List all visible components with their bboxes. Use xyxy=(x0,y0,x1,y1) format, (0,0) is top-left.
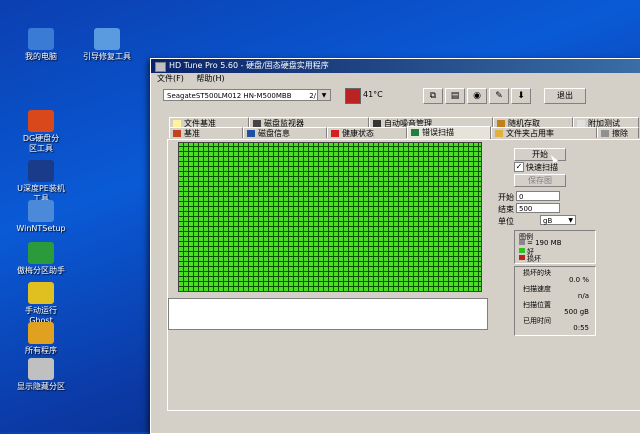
desktop-icon-label: 傲梅分区助手 xyxy=(17,266,65,275)
ghost-icon xyxy=(28,282,54,304)
drive-size: 2/ xyxy=(309,92,316,100)
scan-speed-label: 扫描速度 xyxy=(523,285,551,293)
block-swatch xyxy=(519,240,525,245)
desktop-icon-label: WinNTSetup xyxy=(16,224,66,233)
start-label: 开始 xyxy=(498,193,514,202)
scan-block-map xyxy=(178,142,482,292)
damaged-blocks-value: 0.0 % xyxy=(568,276,589,284)
unit-select[interactable]: gB ▼ xyxy=(540,215,576,225)
desktop-icon-label: 引导修复工具 xyxy=(83,52,131,61)
thermometer-icon xyxy=(345,88,361,104)
temperature-readout: 41°C xyxy=(363,90,383,99)
random-access-icon xyxy=(497,120,505,127)
desktop-icon-label: 显示隐藏分区 xyxy=(17,382,65,391)
legend-block-size: = 190 MB xyxy=(527,239,562,247)
benchmark-icon xyxy=(173,130,181,137)
desktop-icon[interactable]: 手动运行 Ghost xyxy=(2,282,80,326)
tabs-row-2: 基准 磁盘信息 健康状态 错误扫描 文件夹占用率 擦除 xyxy=(169,126,639,139)
drive-select[interactable]: SeagateST500LM012 HN-M500MBB 2/ ▼ xyxy=(163,89,331,101)
damaged-blocks-label: 损坏的块 xyxy=(523,269,551,277)
scan-position-value: 500 gB xyxy=(564,308,589,316)
tab-info[interactable]: 磁盘信息 xyxy=(243,127,327,138)
winntsetup-icon xyxy=(28,200,54,222)
tab-folder-usage[interactable]: 文件夹占用率 xyxy=(491,127,597,138)
drive-name: SeagateST500LM012 HN-M500MBB xyxy=(167,92,292,100)
end-label: 结束 xyxy=(498,205,514,214)
menubar: 文件(F) 帮助(H) xyxy=(151,73,640,85)
folder-icon xyxy=(495,130,503,137)
start-input[interactable]: 0 xyxy=(516,191,560,201)
copy-text-icon[interactable]: ▤ xyxy=(445,88,465,104)
window-title: HD Tune Pro 5.60 - 硬盘/固态硬盘实用程序 xyxy=(169,61,329,70)
folder-icon xyxy=(28,322,54,344)
copy-icon[interactable]: ⧉ xyxy=(423,88,443,104)
extra-tests-icon xyxy=(577,120,585,127)
file-icon xyxy=(173,120,181,127)
settings-icon[interactable]: ✎ xyxy=(489,88,509,104)
partition-assistant-icon xyxy=(28,242,54,264)
legend-bad: 损坏 xyxy=(527,255,541,263)
tab-error-scan[interactable]: 错误扫描 xyxy=(407,126,491,139)
end-input[interactable]: 500 xyxy=(516,203,560,213)
info-icon xyxy=(247,130,255,137)
menu-file[interactable]: 文件(F) xyxy=(157,74,184,83)
elapsed-label: 已用时间 xyxy=(523,317,551,325)
magnifier-icon xyxy=(411,129,419,136)
error-scan-panel: 开始 ✓ 快速扫描 保存图 开始 0 结束 500 单位 gB ▼ 图例 = 19… xyxy=(167,139,640,411)
good-swatch xyxy=(519,248,525,253)
tab-erase[interactable]: 擦除 xyxy=(597,127,639,138)
installer-icon xyxy=(28,160,54,182)
elapsed-value: 0:55 xyxy=(573,324,589,332)
desktop-icon[interactable]: WinNTSetup xyxy=(2,200,80,234)
scan-speed-value: n/a xyxy=(577,292,589,300)
unit-label: 单位 xyxy=(498,217,514,226)
quick-scan-label: 快速扫描 xyxy=(526,163,558,172)
chevron-down-icon: ▼ xyxy=(568,217,573,224)
camera-icon[interactable]: ◉ xyxy=(467,88,487,104)
repair-tool-icon xyxy=(94,28,120,50)
window-titlebar[interactable]: HD Tune Pro 5.60 - 硬盘/固态硬盘实用程序 xyxy=(151,59,640,73)
scan-log xyxy=(168,298,488,330)
desktop-icon[interactable]: U深度PE装机 工具 xyxy=(2,160,80,204)
quick-scan-checkbox[interactable]: ✓ xyxy=(514,162,524,172)
speaker-icon xyxy=(373,120,381,127)
health-icon xyxy=(331,130,339,137)
bad-swatch xyxy=(519,255,525,260)
scan-stats: 损坏的块 0.0 % 扫描速度 n/a 扫描位置 500 gB 已用时间 0:5… xyxy=(514,266,596,336)
exit-button[interactable]: 退出 xyxy=(544,88,586,104)
monitor-icon xyxy=(253,120,261,127)
toolbar: SeagateST500LM012 HN-M500MBB 2/ ▼ 41°C ⧉… xyxy=(151,85,640,107)
start-scan-button[interactable]: 开始 xyxy=(514,148,566,161)
legend: 图例 = 190 MB 好 损坏 xyxy=(514,230,596,264)
save-icon[interactable]: ⬇ xyxy=(511,88,531,104)
desktop-icon-label: DG硬盘分 区工具 xyxy=(22,134,60,153)
hidden-partition-icon xyxy=(28,358,54,380)
desktop-icon-label: 所有程序 xyxy=(25,346,57,355)
save-image-button[interactable]: 保存图 xyxy=(514,174,566,187)
desktop-icon[interactable]: 显示隐藏分区 xyxy=(2,358,80,392)
desktop-icon[interactable]: DG硬盘分 区工具 xyxy=(2,110,80,154)
app-icon xyxy=(155,62,166,72)
desktop-icon[interactable]: 所有程序 xyxy=(2,322,80,356)
hd-tune-window: HD Tune Pro 5.60 - 硬盘/固态硬盘实用程序 文件(F) 帮助(… xyxy=(150,58,640,434)
tab-benchmark[interactable]: 基准 xyxy=(169,127,243,138)
disk-genius-icon xyxy=(28,110,54,132)
computer-icon xyxy=(28,28,54,50)
desktop-icon[interactable]: 傲梅分区助手 xyxy=(2,242,80,276)
desktop-icon[interactable]: 引导修复工具 xyxy=(68,28,146,62)
scan-position-label: 扫描位置 xyxy=(523,301,551,309)
menu-help[interactable]: 帮助(H) xyxy=(196,74,224,83)
erase-icon xyxy=(601,130,609,137)
tab-health[interactable]: 健康状态 xyxy=(327,127,407,138)
chevron-down-icon[interactable]: ▼ xyxy=(317,90,330,100)
